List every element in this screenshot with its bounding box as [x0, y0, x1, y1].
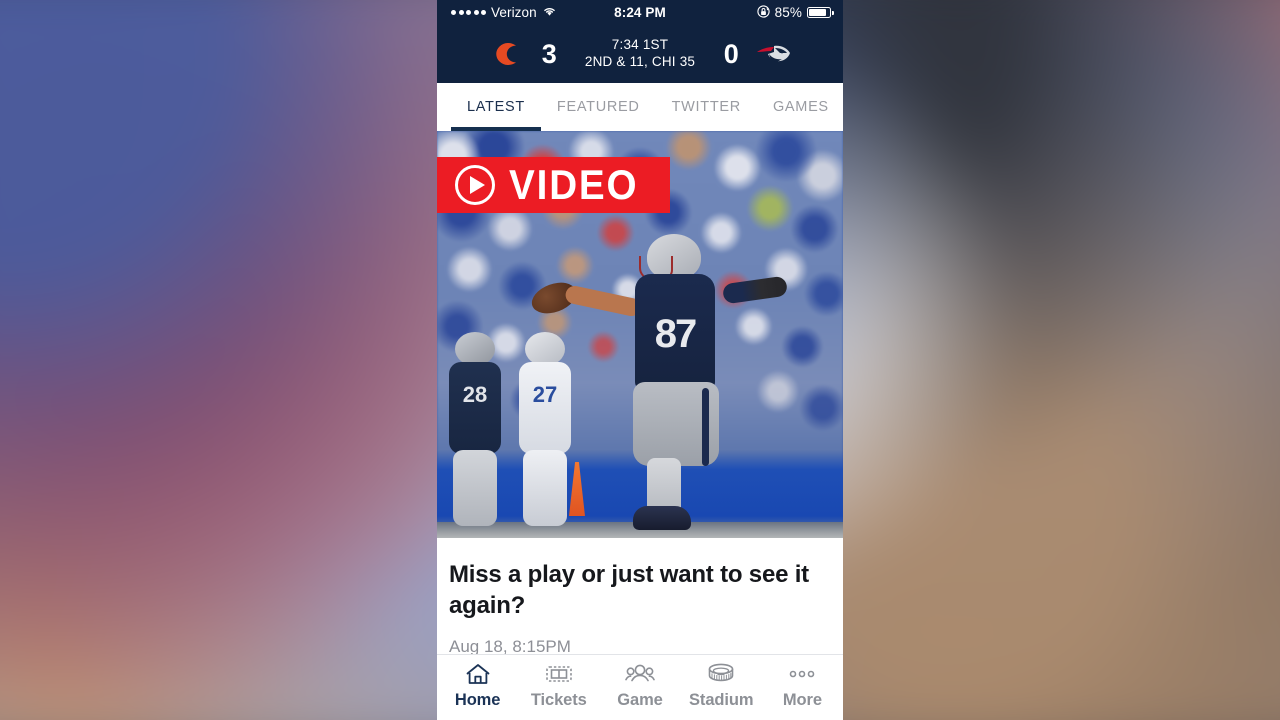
player-jersey: 87 — [635, 274, 715, 390]
battery-icon — [807, 7, 834, 18]
player-pants — [633, 382, 719, 466]
nav-item-game[interactable]: Game — [599, 661, 680, 710]
status-bar-right: 85% — [757, 4, 843, 21]
helmet-icon — [455, 332, 495, 366]
game-clock: 7:34 1ST — [611, 37, 669, 53]
phone-screen: Verizon 8:24 PM 85% 3 7:34 1ST 2ND & 11,… — [437, 0, 843, 720]
down-and-distance: 2ND & 11, CHI 35 — [584, 54, 696, 69]
nav-item-game-label: Game — [617, 691, 663, 709]
defender-jersey-number-2: 27 — [532, 382, 558, 407]
nav-item-more-label: More — [782, 691, 822, 709]
screenshot-stage: Verizon 8:24 PM 85% 3 7:34 1ST 2ND & 11,… — [0, 0, 1280, 720]
player-jersey-number: 87 — [654, 312, 698, 356]
article-headline: Miss a play or just want to see it again… — [449, 561, 809, 619]
nav-item-tickets[interactable]: Tickets — [518, 661, 599, 710]
video-badge-label: VIDEO — [509, 161, 639, 208]
player-shoe — [633, 506, 691, 530]
jersey: 27 — [519, 362, 571, 454]
legs — [523, 450, 567, 526]
defender-player-2: 27 — [511, 332, 577, 532]
article-hero-image[interactable]: 28 27 87 VIDEO — [437, 131, 843, 538]
rotation-lock-icon — [757, 4, 770, 21]
article-summary[interactable]: Miss a play or just want to see it again… — [437, 538, 843, 658]
tab-latest-label: LATEST — [467, 99, 525, 115]
wifi-icon — [542, 5, 557, 20]
bottom-navigation-bar: Home Tickets Game Stadium More — [437, 654, 843, 720]
carrier-label: Verizon — [491, 5, 537, 20]
nav-item-home[interactable]: Home — [437, 661, 518, 710]
tab-latest[interactable]: LATEST — [451, 83, 541, 131]
bears-logo — [484, 41, 526, 67]
tab-bar: LATEST FEATURED TWITTER GAMES — [437, 83, 843, 131]
play-icon — [455, 165, 495, 205]
nav-item-tickets-label: Tickets — [530, 691, 587, 709]
scoreboard[interactable]: 3 7:34 1ST 2ND & 11, CHI 35 0 — [437, 25, 843, 83]
tab-featured-label: FEATURED — [556, 99, 640, 115]
defender-jersey-number: 28 — [462, 382, 488, 407]
game-status: 7:34 1ST 2ND & 11, CHI 35 — [572, 37, 708, 71]
defender-player: 28 — [441, 332, 507, 532]
status-bar: Verizon 8:24 PM 85% — [437, 0, 843, 25]
ticket-icon — [545, 661, 573, 687]
tab-featured[interactable]: FEATURED — [541, 83, 656, 131]
stadium-icon — [706, 661, 736, 687]
pants-stripe — [702, 388, 709, 466]
battery-percent-label: 85% — [774, 5, 802, 20]
nav-item-more[interactable]: More — [762, 661, 843, 710]
tab-games[interactable]: GAMES — [757, 83, 843, 131]
jersey: 28 — [449, 362, 501, 454]
patriots-logo — [754, 41, 796, 67]
nav-item-stadium[interactable]: Stadium — [681, 661, 762, 710]
tab-games-label: GAMES — [772, 99, 829, 115]
legs — [453, 450, 497, 526]
helmet-icon — [525, 332, 565, 366]
people-group-icon — [625, 661, 655, 687]
status-bar-left: Verizon — [437, 5, 557, 20]
video-badge[interactable]: VIDEO — [437, 157, 670, 213]
nav-item-stadium-label: Stadium — [689, 691, 754, 709]
nav-item-home-label: Home — [454, 691, 501, 709]
signal-strength-icon — [451, 10, 486, 15]
tab-twitter[interactable]: TWITTER — [656, 83, 757, 131]
tab-twitter-label: TWITTER — [671, 99, 741, 115]
away-score: 3 — [541, 38, 557, 69]
more-dots-icon — [787, 661, 817, 687]
home-icon — [465, 661, 491, 687]
featured-player: 87 — [527, 234, 789, 534]
home-score: 0 — [723, 38, 739, 69]
